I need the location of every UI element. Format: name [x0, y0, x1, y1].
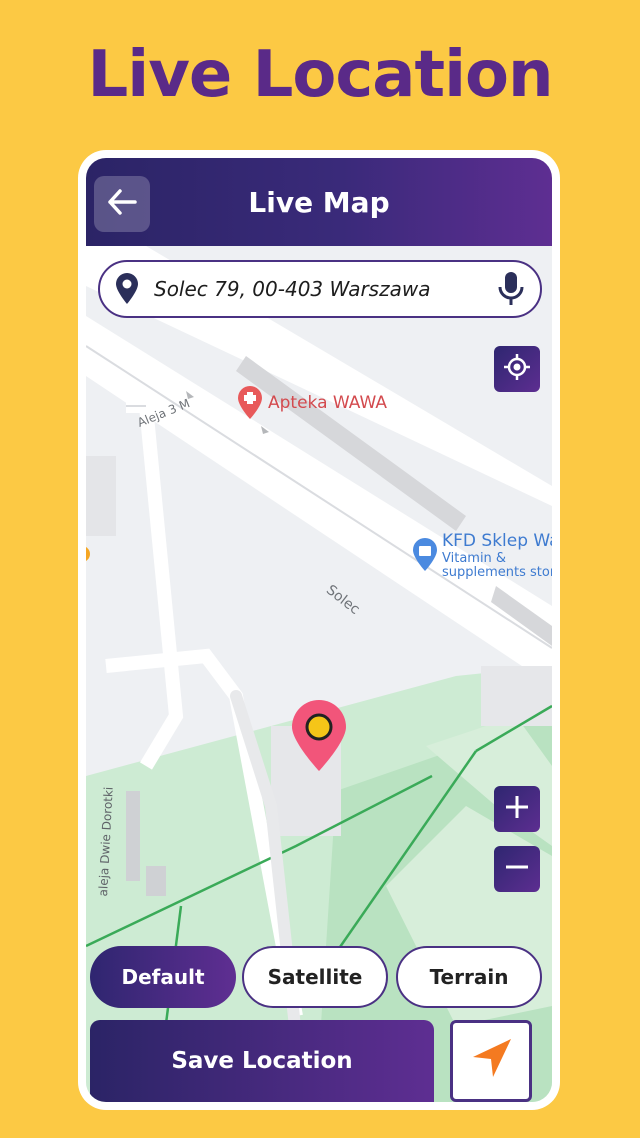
zoom-out-button[interactable] [494, 846, 540, 892]
poi-kfd-label: KFD Sklep Wa [442, 531, 552, 551]
poi-kfd-sub2: supplements stor [442, 565, 552, 581]
poi-apteka-label: Apteka WAWA [268, 393, 387, 413]
map-type-default[interactable]: Default [90, 946, 236, 1008]
save-location-button[interactable]: Save Location [90, 1020, 434, 1102]
poi-apteka[interactable]: Apteka WAWA [236, 386, 387, 420]
app-bar: Live Map [86, 158, 552, 246]
poi-kfd[interactable]: KFD Sklep Wa Vitamin & supplements stor [412, 531, 552, 581]
search-bar[interactable] [98, 260, 542, 318]
locate-me-button[interactable] [494, 346, 540, 392]
poi-partial [86, 546, 92, 570]
navigate-button[interactable] [450, 1020, 532, 1102]
crosshair-icon [503, 353, 531, 385]
pharmacy-icon [236, 386, 264, 420]
poi-kfd-sub1: Vitamin & [442, 550, 507, 566]
minus-icon [504, 854, 530, 884]
map-type-satellite[interactable]: Satellite [242, 946, 388, 1008]
location-pin-icon [112, 272, 142, 306]
hero-title: Live Location [87, 38, 553, 112]
map-type-terrain[interactable]: Terrain [396, 946, 542, 1008]
microphone-icon[interactable] [494, 270, 528, 308]
shopping-bag-icon [412, 538, 438, 572]
plus-icon [504, 794, 530, 824]
page-title: Live Map [248, 186, 390, 219]
map-marker-icon[interactable] [290, 700, 348, 772]
app-screen: Live Map Apteka WAWA KFD Sklep Wa Vitami… [86, 158, 552, 1102]
phone-frame: Live Map Apteka WAWA KFD Sklep Wa Vitami… [78, 150, 560, 1110]
navigation-arrow-icon [467, 1035, 515, 1087]
zoom-in-button[interactable] [494, 786, 540, 832]
search-input[interactable] [154, 277, 494, 301]
